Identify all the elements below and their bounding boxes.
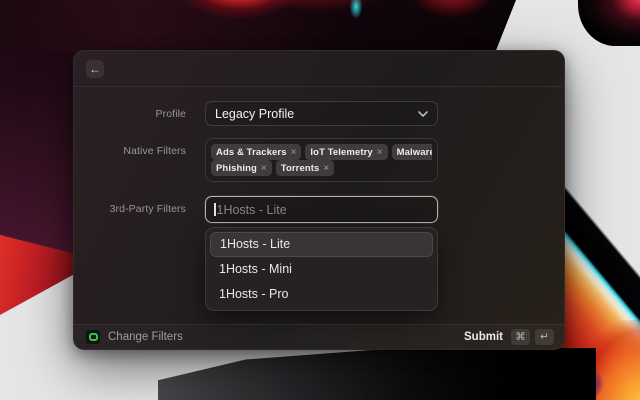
filters-dropdown: 1Hosts - Lite 1Hosts - Mini 1Hosts - Pro — [205, 227, 438, 311]
submit-button[interactable]: Submit ⌘ ↵ — [464, 329, 554, 345]
native-filters-tags-box: Ads & Trackers × IoT Telemetry × Malware… — [205, 138, 438, 182]
tag-phishing[interactable]: Phishing × — [211, 160, 272, 176]
remove-tag-icon[interactable]: × — [261, 163, 267, 174]
third-party-filters-label: 3rd-Party Filters — [74, 203, 186, 215]
text-cursor — [214, 203, 216, 216]
screen: ← Profile Legacy Profile Native Filters … — [0, 0, 640, 400]
remove-tag-icon[interactable]: × — [377, 147, 383, 158]
native-filters-label: Native Filters — [74, 145, 186, 157]
tag-torrents[interactable]: Torrents × — [276, 160, 334, 176]
tag-ads-trackers[interactable]: Ads & Trackers × — [211, 144, 301, 160]
profile-select-value: Legacy Profile — [215, 107, 418, 121]
dropdown-option-pro[interactable]: 1Hosts - Pro — [210, 282, 433, 307]
enter-key-icon: ↵ — [535, 329, 554, 345]
cmd-key-icon: ⌘ — [511, 329, 530, 345]
dropdown-option-mini[interactable]: 1Hosts - Mini — [210, 257, 433, 282]
tag-iot-telemetry[interactable]: IoT Telemetry × — [305, 144, 387, 160]
tags-row-2: Phishing × Torrents × — [211, 160, 432, 176]
tag-malware[interactable]: Malware × — [392, 144, 432, 160]
dialog-header: ← — [74, 51, 564, 87]
profile-label: Profile — [74, 108, 186, 120]
wallpaper-bottom-wedges — [158, 348, 596, 400]
remove-tag-icon[interactable]: × — [291, 147, 297, 158]
tags-row-1: Ads & Trackers × IoT Telemetry × Malware… — [211, 144, 432, 160]
extension-action-label: Change Filters — [108, 331, 464, 343]
back-arrow-icon: ← — [89, 62, 101, 76]
extension-icon — [86, 330, 100, 344]
remove-tag-icon[interactable]: × — [323, 163, 329, 174]
dropdown-option-lite[interactable]: 1Hosts - Lite — [210, 232, 433, 257]
chevron-down-icon — [418, 111, 428, 117]
back-button[interactable]: ← — [86, 60, 104, 78]
change-filters-dialog: ← Profile Legacy Profile Native Filters … — [73, 50, 565, 350]
profile-select[interactable]: Legacy Profile — [205, 101, 438, 126]
input-autocomplete-text: 1Hosts - Lite — [217, 203, 287, 217]
third-party-filters-input[interactable]: 1Hosts - Lite — [205, 196, 438, 223]
extension-logo-glyph — [89, 333, 98, 341]
dialog-footer: Change Filters Submit ⌘ ↵ — [74, 324, 564, 349]
wallpaper-top-swirl — [0, 0, 516, 52]
